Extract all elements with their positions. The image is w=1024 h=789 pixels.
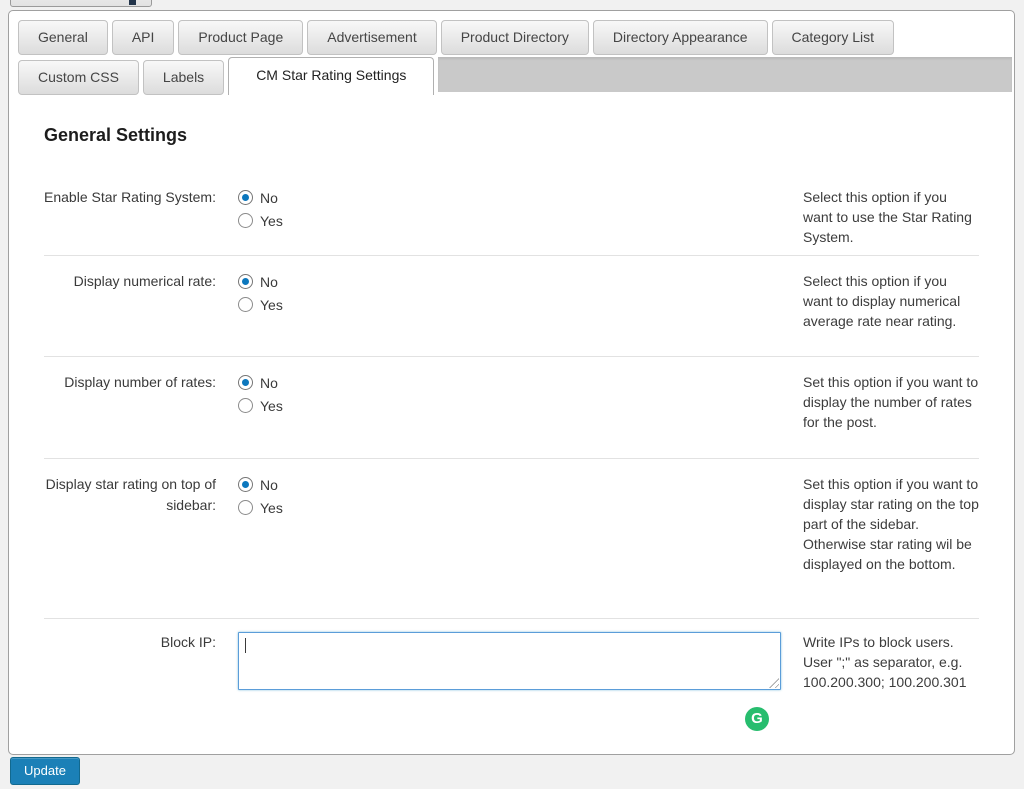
radio-label: Yes <box>260 213 283 229</box>
partial-control-glyph-icon <box>129 0 136 5</box>
radio-button-no[interactable] <box>238 375 253 390</box>
field-description: Set this option if you want to display s… <box>803 474 979 618</box>
field-description: Write IPs to block users. User ";" as se… <box>803 632 979 747</box>
field-label: Display number of rates: <box>44 372 216 458</box>
tab-labels[interactable]: Labels <box>143 60 224 95</box>
tab-bar: General API Product Page Advertisement P… <box>9 11 1014 95</box>
radio-group-display-number-of-rates: No Yes <box>238 372 781 458</box>
radio-label: No <box>260 477 278 493</box>
radio-label: Yes <box>260 398 283 414</box>
setting-row-display-numerical-rate: Display numerical rate: No Yes Select th… <box>44 255 979 356</box>
setting-row-display-number-of-rates: Display number of rates: No Yes Set this… <box>44 356 979 458</box>
radio-option-no[interactable]: No <box>238 372 781 393</box>
page-title: General Settings <box>44 124 979 146</box>
tab-product-page[interactable]: Product Page <box>178 20 303 55</box>
setting-row-display-star-rating-sidebar: Display star rating on top of sidebar: N… <box>44 458 979 618</box>
setting-row-enable-star-rating: Enable Star Rating System: No Yes Select… <box>44 170 979 255</box>
radio-group-enable-star-rating: No Yes <box>238 187 781 255</box>
tab-row-filler <box>438 57 1012 92</box>
radio-group-display-star-rating-sidebar: No Yes <box>238 474 781 618</box>
tab-row-1: General API Product Page Advertisement P… <box>18 20 1012 55</box>
radio-button-yes[interactable] <box>238 398 253 413</box>
radio-option-yes[interactable]: Yes <box>238 210 781 231</box>
field-description: Set this option if you want to display t… <box>803 372 979 458</box>
grammarly-icon[interactable]: G <box>745 707 769 731</box>
radio-button-no[interactable] <box>238 190 253 205</box>
tab-advertisement[interactable]: Advertisement <box>307 20 436 55</box>
radio-button-yes[interactable] <box>238 297 253 312</box>
settings-panel: General API Product Page Advertisement P… <box>8 10 1015 755</box>
tab-directory-appearance[interactable]: Directory Appearance <box>593 20 768 55</box>
field-description: Select this option if you want to displa… <box>803 271 979 356</box>
radio-label: No <box>260 274 278 290</box>
radio-label: No <box>260 375 278 391</box>
tab-product-directory[interactable]: Product Directory <box>441 20 589 55</box>
radio-button-no[interactable] <box>238 477 253 492</box>
update-button[interactable]: Update <box>10 757 80 785</box>
radio-button-no[interactable] <box>238 274 253 289</box>
field-label: Enable Star Rating System: <box>44 187 216 255</box>
radio-option-yes[interactable]: Yes <box>238 497 781 518</box>
field-description: Select this option if you want to use th… <box>803 187 979 255</box>
radio-button-yes[interactable] <box>238 213 253 228</box>
tab-api[interactable]: API <box>112 20 175 55</box>
partial-cropped-control[interactable] <box>10 0 152 7</box>
tab-category-list[interactable]: Category List <box>772 20 894 55</box>
radio-label: Yes <box>260 500 283 516</box>
field-label: Display numerical rate: <box>44 271 216 356</box>
radio-option-yes[interactable]: Yes <box>238 395 781 416</box>
radio-option-no[interactable]: No <box>238 474 781 495</box>
block-ip-textarea[interactable] <box>238 632 781 690</box>
radio-option-no[interactable]: No <box>238 187 781 208</box>
radio-option-yes[interactable]: Yes <box>238 294 781 315</box>
radio-label: Yes <box>260 297 283 313</box>
field-label: Block IP: <box>44 632 216 747</box>
field-label: Display star rating on top of sidebar: <box>44 474 216 618</box>
block-ip-cell <box>238 632 781 747</box>
radio-button-yes[interactable] <box>238 500 253 515</box>
text-cursor <box>245 638 246 653</box>
tab-cm-star-rating-settings[interactable]: CM Star Rating Settings <box>228 57 434 95</box>
radio-label: No <box>260 190 278 206</box>
radio-group-display-numerical-rate: No Yes <box>238 271 781 356</box>
tab-row-2: Custom CSS Labels CM Star Rating Setting… <box>18 57 1012 95</box>
settings-form: Enable Star Rating System: No Yes Select… <box>44 170 979 747</box>
tab-general[interactable]: General <box>18 20 108 55</box>
resize-grip-icon[interactable] <box>769 678 779 688</box>
tab-custom-css[interactable]: Custom CSS <box>18 60 139 95</box>
tab-content: General Settings Enable Star Rating Syst… <box>9 124 1014 747</box>
setting-row-block-ip: Block IP: Write IPs to block users. User… <box>44 618 979 747</box>
radio-option-no[interactable]: No <box>238 271 781 292</box>
